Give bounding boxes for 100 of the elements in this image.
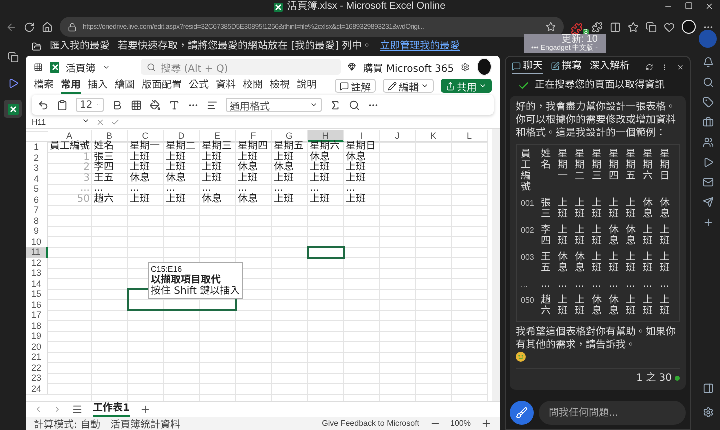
refresh-icon[interactable] — [24, 22, 35, 32]
ribbon-tab[interactable]: 版面配置 — [142, 78, 182, 94]
play-icon[interactable] — [702, 157, 714, 168]
row-header[interactable]: 18 — [26, 320, 48, 331]
row-header[interactable]: 2 — [26, 152, 48, 163]
maximize-icon[interactable] — [685, 2, 693, 10]
column-header[interactable]: B — [92, 130, 128, 142]
briefcase-icon[interactable] — [702, 117, 714, 128]
row-header[interactable]: 22 — [26, 362, 48, 373]
row-header[interactable]: 8 — [26, 216, 48, 226]
app-launcher-icon[interactable] — [34, 62, 43, 72]
workbook-statistics[interactable]: 活頁簿統計資料 — [110, 416, 181, 430]
search-icon[interactable] — [349, 100, 360, 110]
font-size-dropdown[interactable]: 12 — [76, 98, 104, 112]
fill-color-icon[interactable] — [150, 100, 161, 110]
ribbon-tab[interactable]: 檔案 — [34, 78, 54, 94]
settings-icon[interactable] — [702, 407, 714, 418]
row-header[interactable]: 15 — [26, 289, 48, 300]
row-header[interactable]: 14 — [26, 278, 48, 289]
vertical-scrollbar[interactable] — [492, 129, 500, 401]
file-name[interactable]: 活頁簿 — [66, 60, 96, 74]
manage-favorites-link[interactable]: 立即管理我的最愛 — [380, 40, 460, 52]
back-icon[interactable] — [6, 22, 17, 32]
avatar[interactable] — [682, 20, 696, 34]
close-icon[interactable] — [705, 2, 714, 11]
row-header[interactable]: 5 — [26, 184, 48, 194]
sidebar-icon[interactable] — [702, 383, 714, 394]
row-header[interactable]: 3 — [26, 163, 48, 174]
align-icon[interactable] — [207, 100, 218, 110]
menu-icon[interactable] — [72, 404, 83, 415]
row-header[interactable]: 21 — [26, 352, 48, 362]
add-icon[interactable] — [702, 217, 714, 228]
column-header[interactable]: D — [164, 130, 200, 142]
share-button[interactable]: 共用 — [441, 79, 492, 93]
column-header[interactable]: G — [272, 130, 308, 142]
feedback-link[interactable]: Give Feedback to Microsoft — [322, 419, 420, 428]
refresh-icon[interactable] — [646, 62, 654, 72]
tag-icon[interactable] — [702, 97, 714, 108]
row-header[interactable]: 20 — [26, 342, 48, 352]
row-header[interactable]: 11 — [26, 247, 48, 258]
undo-icon[interactable] — [38, 100, 49, 110]
row-header[interactable]: 23 — [26, 373, 48, 384]
collections-icon[interactable] — [646, 22, 657, 32]
heart-icon[interactable] — [664, 22, 675, 32]
ribbon-tab[interactable]: 檢視 — [270, 78, 290, 94]
ribbon-tab[interactable]: 資料 — [216, 78, 236, 94]
column-header[interactable]: L — [452, 130, 488, 142]
people-icon[interactable] — [702, 137, 714, 148]
column-header[interactable]: A — [48, 130, 92, 142]
row-header[interactable]: 7 — [26, 205, 48, 216]
name-box[interactable]: H11 — [32, 116, 90, 128]
avatar[interactable] — [477, 58, 492, 76]
column-header[interactable]: H — [308, 130, 344, 142]
clipboard-icon[interactable] — [57, 100, 68, 110]
ribbon-tab[interactable]: 繪圖 — [115, 78, 135, 94]
split-screen-icon[interactable] — [610, 22, 621, 32]
column-header[interactable]: I — [344, 130, 380, 142]
settings-icon[interactable] — [461, 62, 470, 72]
comment-button[interactable]: 註解 — [335, 79, 376, 93]
row-header[interactable]: 9 — [26, 226, 48, 236]
row-header[interactable]: 16 — [26, 300, 48, 310]
panel-tab[interactable]: 聊天 — [512, 60, 543, 74]
ribbon-tab[interactable]: 公式 — [189, 78, 209, 94]
ribbon-tab[interactable]: 校閱 — [243, 78, 263, 94]
bell-icon[interactable] — [702, 57, 714, 68]
font-color-icon[interactable] — [169, 100, 180, 110]
column-header[interactable]: F — [236, 130, 272, 142]
favorites-icon[interactable] — [628, 22, 639, 32]
ribbon-tab[interactable]: 插入 — [88, 78, 108, 94]
number-format-dropdown[interactable]: 通用格式 — [226, 98, 322, 112]
zoom-in-icon[interactable] — [481, 418, 492, 429]
row-header[interactable]: 12 — [26, 258, 48, 268]
edit-button[interactable]: 編輯 — [383, 79, 434, 93]
buy-microsoft-365[interactable]: 購買 Microsoft 365 — [363, 60, 454, 74]
row-header[interactable]: 24 — [26, 384, 48, 394]
borders-icon[interactable] — [131, 100, 142, 110]
column-header[interactable]: E — [200, 130, 236, 142]
sum-icon[interactable] — [330, 100, 341, 110]
row-header[interactable]: 13 — [26, 268, 48, 278]
row-header[interactable]: 4 — [26, 174, 48, 184]
search-icon[interactable] — [702, 77, 714, 88]
row-header[interactable]: 10 — [26, 236, 48, 247]
row-header[interactable]: 6 — [26, 194, 48, 205]
mail-icon[interactable] — [702, 177, 714, 188]
new-topic-button[interactable] — [510, 401, 534, 425]
home-icon[interactable] — [42, 22, 53, 32]
bold-icon[interactable] — [112, 100, 123, 110]
panel-tab[interactable]: 撰寫 — [551, 60, 582, 74]
puzzle-icon[interactable] — [592, 22, 603, 32]
send-icon[interactable] — [702, 197, 714, 208]
column-header[interactable]: K — [416, 130, 452, 142]
import-favorites[interactable]: 匯入我的最愛 — [50, 40, 110, 52]
spreadsheet-tab-icon[interactable] — [4, 100, 22, 118]
row-header[interactable]: 17 — [26, 310, 48, 320]
column-header[interactable]: C — [128, 130, 164, 142]
row-header[interactable]: 1 — [26, 142, 48, 152]
add-sheet-icon[interactable] — [140, 404, 151, 415]
chat-input[interactable]: 問我任何問題... — [539, 401, 686, 425]
row-header[interactable]: 19 — [26, 331, 48, 342]
panel-tab[interactable]: 深入解析 — [590, 60, 630, 74]
